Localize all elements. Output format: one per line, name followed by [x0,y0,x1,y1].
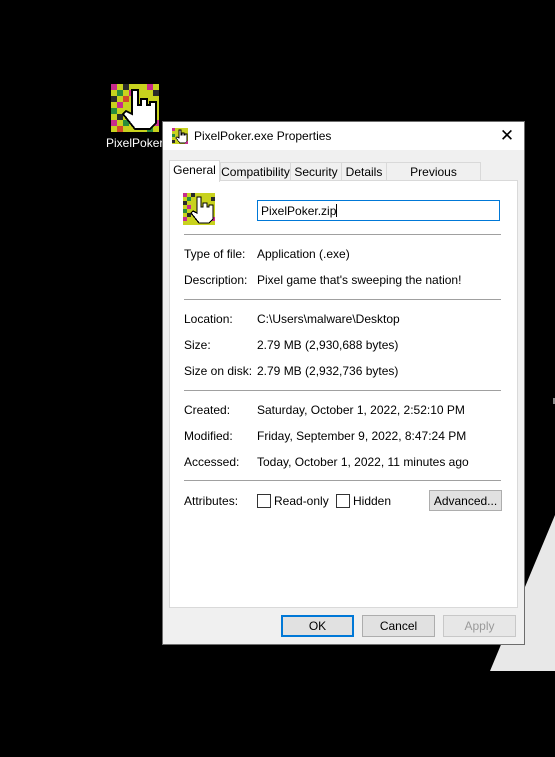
modified-value: Friday, September 9, 2022, 8:47:24 PM [257,429,467,443]
separator [184,480,501,481]
created-value: Saturday, October 1, 2022, 2:52:10 PM [257,403,465,417]
file-name-input[interactable]: PixelPoker.zip [257,200,500,221]
accessed-value: Today, October 1, 2022, 11 minutes ago [257,455,469,469]
properties-dialog: PixelPoker.exe Properties ✕ General Comp… [162,121,525,645]
size-label: Size: [184,338,211,352]
apply-button[interactable]: Apply [443,615,516,637]
separator [184,390,501,391]
tab-previous-versions[interactable]: Previous Versions [386,162,481,197]
close-icon: ✕ [499,126,515,145]
cancel-button[interactable]: Cancel [362,615,435,637]
separator [184,299,501,300]
tab-security[interactable]: Security [290,162,342,181]
hidden-checkbox[interactable] [336,494,350,508]
close-button[interactable]: ✕ [490,122,524,150]
file-name-text: PixelPoker.zip [261,204,337,218]
location-value: C:\Users\malware\Desktop [257,312,400,326]
desktop-icon-pixelpoker[interactable]: PixelPoker [104,84,166,150]
type-of-file-value: Application (.exe) [257,247,350,261]
description-label: Description: [184,273,248,287]
desktop-icon-label: PixelPoker [106,136,164,150]
accessed-label: Accessed: [184,455,240,469]
dialog-title: PixelPoker.exe Properties [194,129,332,143]
separator [184,234,501,235]
location-label: Location: [184,312,233,326]
size-on-disk-value: 2.79 MB (2,932,736 bytes) [257,364,399,378]
type-of-file-label: Type of file: [184,247,246,261]
description-value: Pixel game that's sweeping the nation! [257,273,462,287]
file-large-icon [183,193,215,225]
read-only-label[interactable]: Read-only [274,494,329,508]
tab-compatibility[interactable]: Compatibility [220,162,291,181]
hidden-label[interactable]: Hidden [353,494,391,508]
general-tab-panel: PixelPoker.zip Type of file: Application… [169,180,518,608]
ok-button[interactable]: OK [281,615,354,637]
modified-label: Modified: [184,429,233,443]
text-caret [336,204,338,217]
tab-general[interactable]: General [169,160,220,182]
tab-details[interactable]: Details [341,162,387,181]
size-on-disk-label: Size on disk: [184,364,253,378]
pixelpoker-app-icon [111,84,159,132]
file-icon [172,128,188,144]
attributes-label: Attributes: [184,494,239,508]
title-bar[interactable]: PixelPoker.exe Properties ✕ [163,122,524,150]
size-value: 2.79 MB (2,930,688 bytes) [257,338,399,352]
advanced-button[interactable]: Advanced... [429,490,502,511]
created-label: Created: [184,403,231,417]
read-only-checkbox[interactable] [257,494,271,508]
